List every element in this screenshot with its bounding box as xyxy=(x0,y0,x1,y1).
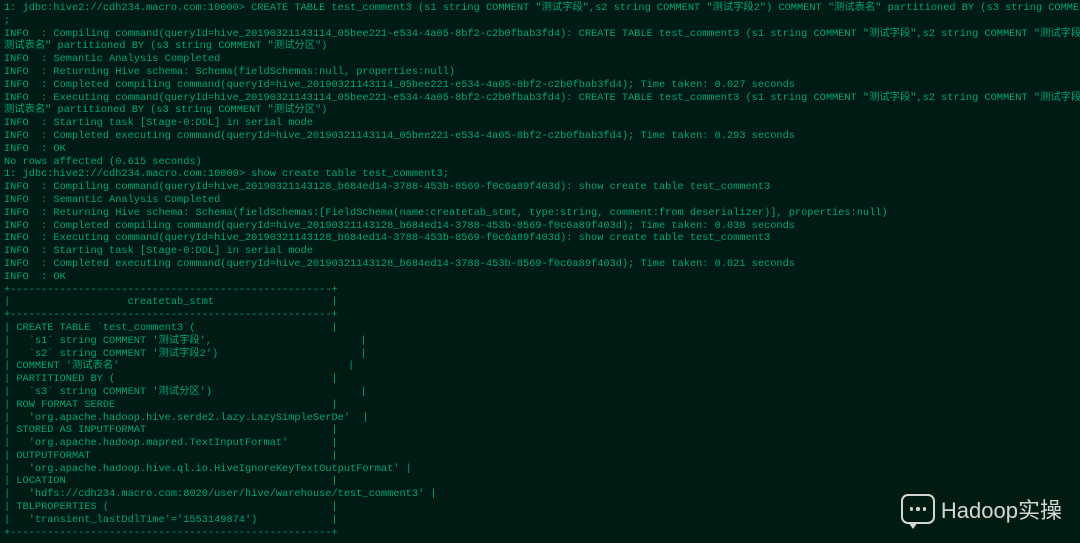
terminal-line: 测试表名" partitioned BY (s3 string COMMENT … xyxy=(4,40,1076,53)
terminal-line: INFO : Completed compiling command(query… xyxy=(4,79,1076,92)
terminal-line: | ROW FORMAT SERDE | xyxy=(4,399,1076,412)
terminal-line: | COMMENT '测试表名' | xyxy=(4,360,1076,373)
terminal-line: | `s3` string COMMENT '测试分区') | xyxy=(4,386,1076,399)
terminal-line: | LOCATION | xyxy=(4,475,1076,488)
terminal-line: +---------------------------------------… xyxy=(4,527,1076,540)
terminal-line: INFO : Semantic Analysis Completed xyxy=(4,194,1076,207)
terminal-line: INFO : Returning Hive schema: Schema(fie… xyxy=(4,66,1076,79)
terminal-line: | 'org.apache.hadoop.hive.serde2.lazy.La… xyxy=(4,412,1076,425)
terminal-line: INFO : Returning Hive schema: Schema(fie… xyxy=(4,207,1076,220)
terminal-line: INFO : OK xyxy=(4,143,1076,156)
terminal-line: INFO : Completed executing command(query… xyxy=(4,258,1076,271)
terminal-line: INFO : Starting task [Stage-0:DDL] in se… xyxy=(4,117,1076,130)
terminal-line: INFO : OK xyxy=(4,271,1076,284)
terminal-line: INFO : Semantic Analysis Completed xyxy=(4,53,1076,66)
terminal-line: No rows affected (0.615 seconds) xyxy=(4,156,1076,169)
terminal-line: INFO : Executing command(queryId=hive_20… xyxy=(4,92,1076,105)
terminal-line: INFO : Compiling command(queryId=hive_20… xyxy=(4,181,1076,194)
terminal-line: | 'org.apache.hadoop.mapred.TextInputFor… xyxy=(4,437,1076,450)
terminal-line: INFO : Completed compiling command(query… xyxy=(4,220,1076,233)
terminal-line: INFO : Starting task [Stage-0:DDL] in se… xyxy=(4,245,1076,258)
terminal-line: +---------------------------------------… xyxy=(4,309,1076,322)
terminal-line: | 'hdfs://cdh234.macro.com:8020/user/hiv… xyxy=(4,488,1076,501)
terminal-line: | 'org.apache.hadoop.hive.ql.io.HiveIgno… xyxy=(4,463,1076,476)
terminal-line: INFO : Compiling command(queryId=hive_20… xyxy=(4,28,1076,41)
terminal-line: | STORED AS INPUTFORMAT | xyxy=(4,424,1076,437)
terminal-line: 测试表名" partitioned BY (s3 string COMMENT … xyxy=(4,104,1076,117)
terminal-line: | 'transient_lastDdlTime'='1553149874') … xyxy=(4,514,1076,527)
terminal-line: 1: jdbc:hive2://cdh234.macro.com:10000> … xyxy=(4,2,1076,15)
terminal-line: | `s2` string COMMENT '测试字段2') | xyxy=(4,348,1076,361)
terminal-line: 1: jdbc:hive2://cdh234.macro.com:10000> … xyxy=(4,168,1076,181)
terminal-line: | CREATE TABLE `test_comment3`( | xyxy=(4,322,1076,335)
terminal-line: | PARTITIONED BY ( | xyxy=(4,373,1076,386)
terminal-line: INFO : Executing command(queryId=hive_20… xyxy=(4,232,1076,245)
terminal-line: | createtab_stmt | xyxy=(4,296,1076,309)
terminal-line: | OUTPUTFORMAT | xyxy=(4,450,1076,463)
terminal-line: +---------------------------------------… xyxy=(4,284,1076,297)
terminal-line: | `s1` string COMMENT '测试字段', | xyxy=(4,335,1076,348)
terminal-line: | TBLPROPERTIES ( | xyxy=(4,501,1076,514)
terminal-line: INFO : Completed executing command(query… xyxy=(4,130,1076,143)
terminal-output[interactable]: 1: jdbc:hive2://cdh234.macro.com:10000> … xyxy=(0,0,1080,541)
terminal-line: ; xyxy=(4,15,1076,28)
